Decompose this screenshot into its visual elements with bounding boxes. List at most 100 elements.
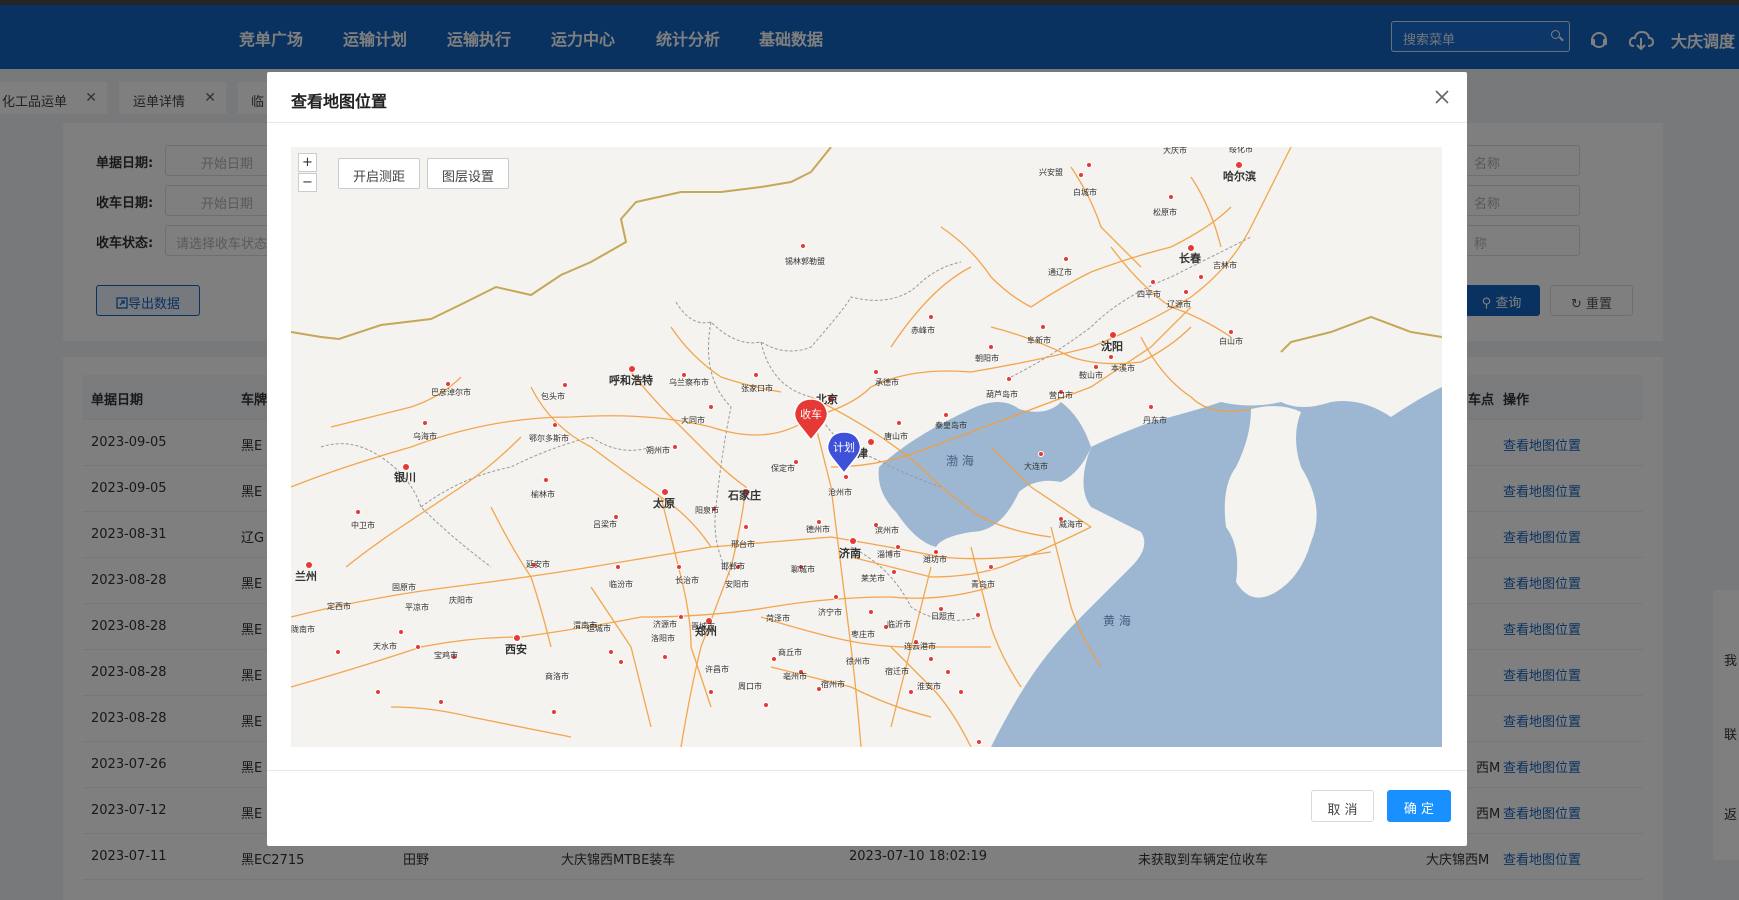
map-label-city: 威海市 [1059,519,1083,529]
map-label-city: 巴彦淖尔市 [431,387,471,397]
map-label-city: 保定市 [771,463,795,473]
map-label-city: 陇南市 [291,624,315,634]
map-label-capital: 沈阳 [1101,339,1123,353]
map-label-city: 晋城市 [691,621,715,631]
map-label-city: 沧州市 [828,487,852,497]
map-label-city: 榆林市 [531,489,555,499]
map-label-city: 邯郸市 [721,561,745,571]
map-label-city: 白山市 [1219,336,1243,346]
map-label-capital: 银川 [394,470,416,484]
map-label-sea: 黄 海 [1103,613,1131,628]
map-label-city: 商丘市 [778,647,802,657]
map-label-city: 乌海市 [413,431,437,441]
map-label-city: 承德市 [875,377,899,387]
modal-footer-divider [267,770,1467,771]
map-label-city: 宿州市 [821,679,845,689]
map-label-city: 朔州市 [646,445,670,455]
map-label-city: 徐州市 [846,656,870,666]
map-label-city: 滨州市 [875,525,899,535]
close-icon[interactable] [1433,88,1451,106]
map-label-city: 许昌市 [705,664,729,674]
map-label-city: 白城市 [1073,187,1097,197]
map-label-city: 德州市 [806,524,830,534]
map-label-city: 阜新市 [1027,335,1051,345]
map-label-city: 本溪市 [1111,363,1135,373]
map-label-city: 临汾市 [609,579,633,589]
map-label-city: 大连市 [1024,461,1048,471]
map-label-city: 唐山市 [884,431,908,441]
map-label-city: 鄂尔多斯市 [529,433,569,443]
map-label-city: 长治市 [675,575,699,585]
map-label-city: 吕梁市 [593,519,617,529]
map-label-city: 固原市 [392,582,416,592]
map-label-capital: 兰州 [295,569,317,583]
map-label-city: 中卫市 [351,520,375,530]
map-label-city: 淄博市 [877,549,901,559]
map-label-city: 包头市 [541,391,565,401]
map-label-capital: 呼和浩特 [609,373,653,387]
map-label-city: 张家口市 [741,383,773,393]
map-label-capital: 长春 [1179,251,1202,265]
map-label-city: 洛阳市 [651,633,675,643]
map-label-city: 日照市 [931,611,955,621]
map-label-city: 朝阳市 [975,353,999,363]
map-label-city: 淮安市 [917,681,941,691]
zoom-out-button[interactable]: − [298,173,317,192]
map-label-city: 枣庄市 [851,629,875,639]
map-label-city: 松原市 [1153,207,1177,217]
map-label-city: 聊城市 [791,564,815,574]
map-label-city: 通辽市 [1048,267,1072,277]
map-label-city: 大庆市 [1163,147,1187,155]
map-label-city: 营口市 [1049,390,1073,400]
map-label-city: 阳泉市 [695,505,719,515]
modal-header-divider [267,122,1467,123]
map-label-capital: 济南 [839,546,861,560]
map-label-city: 绥化市 [1229,147,1253,154]
map-label-city: 赤峰市 [911,325,935,335]
map-label-city: 丹东市 [1143,415,1167,425]
map-label-capital: 石家庄 [727,488,761,502]
map-label-city: 四平市 [1137,289,1161,299]
map-label-city: 莱芜市 [861,573,885,583]
map-label-city: 菏泽市 [766,613,790,623]
map-label-city: 连云港市 [904,641,936,651]
map-label-city: 平凉市 [405,602,429,612]
map-label-city: 吉林市 [1213,260,1237,270]
map-modal: 查看地图位置 北京 石家庄 太原 济南 郑州 西安 银川 兰州 呼和浩特 沈阳 … [267,72,1467,846]
layer-settings-button[interactable]: 图层设置 [427,158,510,189]
map-label-city: 济宁市 [818,607,842,617]
map-label-city: 鞍山市 [1079,370,1103,380]
map-label-city: 亳州市 [783,671,807,681]
map-label-city: 潍坊市 [923,554,947,564]
map-label-city: 商洛市 [545,671,569,681]
map-label-capital: 太原 [652,496,675,510]
map-label-city: 渭南市 [573,620,597,630]
map-label-city: 锡林郭勒盟 [785,256,825,266]
map-label-city: 延安市 [526,559,550,569]
map-label-sea: 渤 海 [946,453,974,468]
map-label-city: 安阳市 [725,579,749,589]
map-label-city: 邢台市 [731,539,755,549]
plan-marker-label: 计划 [833,441,855,454]
province-border [320,236,1252,621]
confirm-button[interactable]: 确 定 [1387,790,1451,822]
cancel-button[interactable]: 取 消 [1311,790,1374,822]
map-label-city: 乌兰察布市 [669,377,709,387]
map-label-city: 秦皇岛市 [935,420,967,430]
map-label-city: 青岛市 [971,579,995,589]
map-label-city: 临沂市 [887,619,911,629]
map-canvas[interactable]: 北京天津石家庄太原济南郑州西安银川兰州呼和浩特沈阳长春哈尔滨锡林郭勒盟包头市巴彦… [291,147,1442,747]
zoom-in-button[interactable]: + [298,153,317,172]
map-view[interactable]: 北京天津石家庄太原济南郑州西安银川兰州呼和浩特沈阳长春哈尔滨锡林郭勒盟包头市巴彦… [291,147,1442,747]
map-label-city: 兴安盟 [1039,167,1063,177]
receive-marker[interactable]: 收车 [793,397,829,442]
map-label-city: 周口市 [738,681,762,691]
map-label-city: 定西市 [327,601,351,611]
map-label-city: 辽源市 [1167,299,1191,309]
plan-marker[interactable]: 计划 [826,430,862,475]
map-label-capital: 哈尔滨 [1223,169,1256,183]
map-label-city: 宿迁市 [885,666,909,676]
map-label-city: 济源市 [653,619,677,629]
map-label-city: 天水市 [373,641,397,651]
measure-button[interactable]: 开启测距 [338,158,421,189]
